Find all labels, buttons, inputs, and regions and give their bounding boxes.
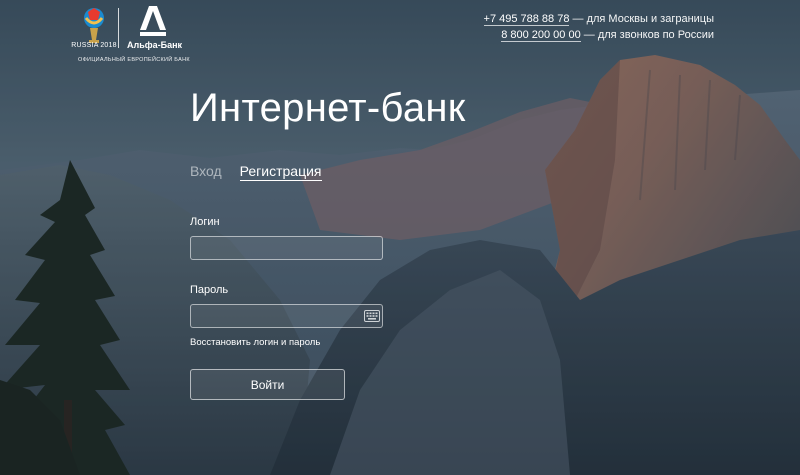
official-bank-label: ОФИЦИАЛЬНЫЙ ЕВРОПЕЙСКИЙ БАНК (78, 57, 190, 63)
alfa-a-logo[interactable] (140, 6, 166, 36)
logo-divider (118, 8, 119, 48)
page-title: Интернет-банк (190, 86, 466, 130)
bank-name: Альфа-Банк (127, 40, 183, 50)
login-submit-button[interactable]: Войти (190, 369, 345, 400)
phone-contacts: +7 495 788 88 78 — для Москвы и заграниц… (483, 11, 714, 43)
phone-desc-moscow: — для Москвы и заграницы (572, 13, 714, 25)
password-label: Пароль (190, 284, 229, 296)
tab-login[interactable]: Вход (190, 163, 222, 181)
phone-desc-russia: — для звонков по России (583, 29, 714, 41)
background-landscape (0, 0, 800, 475)
auth-tabs: Вход Регистрация (190, 163, 322, 181)
phone-row-moscow: +7 495 788 88 78 — для Москвы и заграниц… (483, 11, 714, 27)
login-label: Логин (190, 216, 220, 228)
header-logos: RUSSIA 2018 Альфа-Банк ОФИЦИАЛЬНЫЙ ЕВРОП… (66, 6, 196, 64)
phone-link-russia[interactable]: 8 800 200 00 00 (501, 29, 581, 42)
fifa-logo-text: RUSSIA 2018 (71, 42, 117, 49)
password-input[interactable] (190, 304, 383, 328)
restore-credentials-link[interactable]: Восстановить логин и пароль (190, 337, 320, 348)
tab-registration[interactable]: Регистрация (239, 163, 322, 181)
keyboard-icon[interactable] (364, 310, 380, 322)
phone-link-moscow[interactable]: +7 495 788 88 78 (483, 13, 570, 26)
phone-row-russia: 8 800 200 00 00 — для звонков по России (484, 27, 714, 43)
login-input[interactable] (190, 236, 383, 260)
